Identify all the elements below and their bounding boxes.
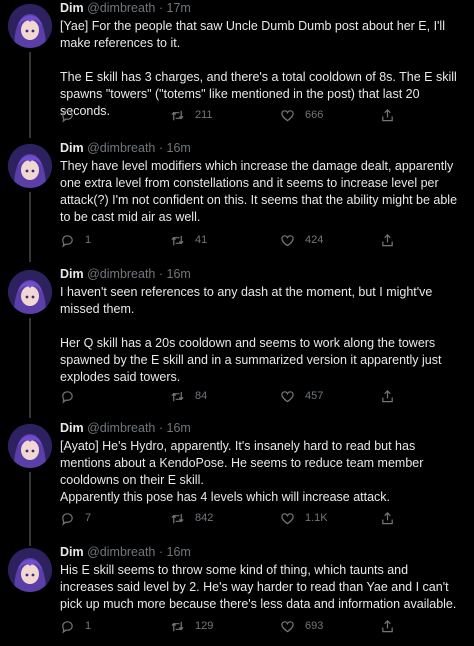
like-icon <box>281 109 294 121</box>
reply-icon <box>62 390 73 404</box>
retweet-button[interactable]: 41 <box>170 233 280 248</box>
reply-count: 1 <box>85 234 92 246</box>
tweet-text: [Yae] For the people that saw Uncle Dumb… <box>60 19 457 118</box>
tweet-actions: 1 129 693 <box>60 617 420 635</box>
tweet-text: They have level modifiers which increase… <box>60 159 458 224</box>
avatar[interactable] <box>8 4 52 48</box>
like-count: 666 <box>305 109 324 121</box>
timestamp[interactable]: 17m <box>167 1 191 15</box>
author-handle[interactable]: @dimbreath <box>87 1 155 15</box>
retweet-icon <box>171 513 184 523</box>
thread-line <box>29 192 31 262</box>
author-name[interactable]: Dim <box>60 267 84 281</box>
author-name[interactable]: Dim <box>60 421 84 435</box>
tweet-text: [Ayato] He's Hydro, apparently. It's ins… <box>60 439 424 504</box>
tweet[interactable]: Dim @dimbreath · 16m I haven't seen refe… <box>0 266 474 418</box>
share-icon <box>382 389 393 402</box>
share-icon <box>382 619 393 632</box>
share-button[interactable] <box>380 389 410 404</box>
separator-dot: · <box>158 545 164 559</box>
author-handle[interactable]: @dimbreath <box>87 141 155 155</box>
like-button[interactable]: 666 <box>280 108 390 123</box>
like-count: 1.1K <box>305 512 328 524</box>
timestamp[interactable]: 16m <box>167 141 191 155</box>
tweet-actions: 211 666 <box>60 106 420 124</box>
tweet-actions: 7 842 1.1K <box>60 509 420 527</box>
retweet-count: 41 <box>195 234 208 246</box>
retweet-icon <box>171 235 184 245</box>
avatar[interactable] <box>8 548 52 592</box>
retweet-count: 842 <box>195 512 214 524</box>
retweet-icon <box>171 391 184 401</box>
like-button[interactable]: 693 <box>280 619 390 634</box>
retweet-icon <box>171 621 184 631</box>
separator-dot: · <box>158 141 164 155</box>
retweet-button[interactable]: 129 <box>170 619 280 634</box>
retweet-count: 211 <box>195 109 213 121</box>
share-button[interactable] <box>380 108 410 123</box>
like-button[interactable]: 1.1K <box>280 511 390 526</box>
author-handle[interactable]: @dimbreath <box>87 421 155 435</box>
tweet-actions: 1 41 424 <box>60 231 420 249</box>
reply-icon <box>62 512 73 526</box>
reply-icon <box>62 109 73 123</box>
timestamp[interactable]: 16m <box>167 421 191 435</box>
tweet-text: His E skill seems to throw some kind of … <box>60 563 457 611</box>
author-name[interactable]: Dim <box>60 545 84 559</box>
retweet-count: 129 <box>195 620 214 632</box>
avatar[interactable] <box>8 424 52 468</box>
share-icon <box>382 108 393 121</box>
retweet-button[interactable]: 211 <box>170 108 280 123</box>
timestamp[interactable]: 16m <box>167 545 191 559</box>
reply-button[interactable]: 7 <box>60 511 170 526</box>
timestamp[interactable]: 16m <box>167 267 191 281</box>
author-handle[interactable]: @dimbreath <box>87 267 155 281</box>
tweet-actions: 84 457 <box>60 387 420 405</box>
like-button[interactable]: 457 <box>280 389 390 404</box>
thread-line <box>29 52 31 138</box>
share-icon <box>382 511 393 524</box>
retweet-count: 84 <box>195 390 208 402</box>
tweet[interactable]: Dim @dimbreath · 16m [Ayato] He's Hydro,… <box>0 420 474 546</box>
reply-count: 1 <box>85 620 92 632</box>
tweet[interactable]: Dim @dimbreath · 16m His E skill seems t… <box>0 544 474 646</box>
tweet[interactable]: Dim @dimbreath · 16m They have level mod… <box>0 140 474 262</box>
thread-line <box>29 318 31 418</box>
like-icon <box>281 234 294 246</box>
reply-icon <box>62 234 73 248</box>
like-button[interactable]: 424 <box>280 233 390 248</box>
author-name[interactable]: Dim <box>60 1 84 15</box>
separator-dot: · <box>158 1 164 15</box>
share-icon <box>382 233 393 246</box>
like-icon <box>281 620 294 632</box>
tweet-text: I haven't seen references to any dash at… <box>60 285 442 384</box>
reply-button[interactable]: 1 <box>60 619 170 634</box>
author-handle[interactable]: @dimbreath <box>87 545 155 559</box>
retweet-icon <box>171 110 184 120</box>
share-button[interactable] <box>380 619 410 634</box>
retweet-button[interactable]: 84 <box>170 389 280 404</box>
reply-icon <box>62 620 73 634</box>
avatar[interactable] <box>8 144 52 188</box>
reply-button[interactable] <box>60 108 170 123</box>
reply-button[interactable]: 1 <box>60 233 170 248</box>
like-icon <box>281 390 294 402</box>
share-button[interactable] <box>380 511 410 526</box>
reply-button[interactable] <box>60 389 170 404</box>
thread-line <box>29 472 31 546</box>
separator-dot: · <box>158 421 164 435</box>
tweet[interactable]: Dim @dimbreath · 17m [Yae] For the peopl… <box>0 0 474 138</box>
like-count: 424 <box>305 234 324 246</box>
thread: Dim @dimbreath · 17m [Yae] For the peopl… <box>0 0 474 646</box>
like-count: 693 <box>305 620 324 632</box>
like-count: 457 <box>305 390 324 402</box>
like-icon <box>281 512 294 524</box>
author-name[interactable]: Dim <box>60 141 84 155</box>
separator-dot: · <box>158 267 164 281</box>
share-button[interactable] <box>380 233 410 248</box>
retweet-button[interactable]: 842 <box>170 511 280 526</box>
reply-count: 7 <box>85 512 92 524</box>
avatar[interactable] <box>8 270 52 314</box>
